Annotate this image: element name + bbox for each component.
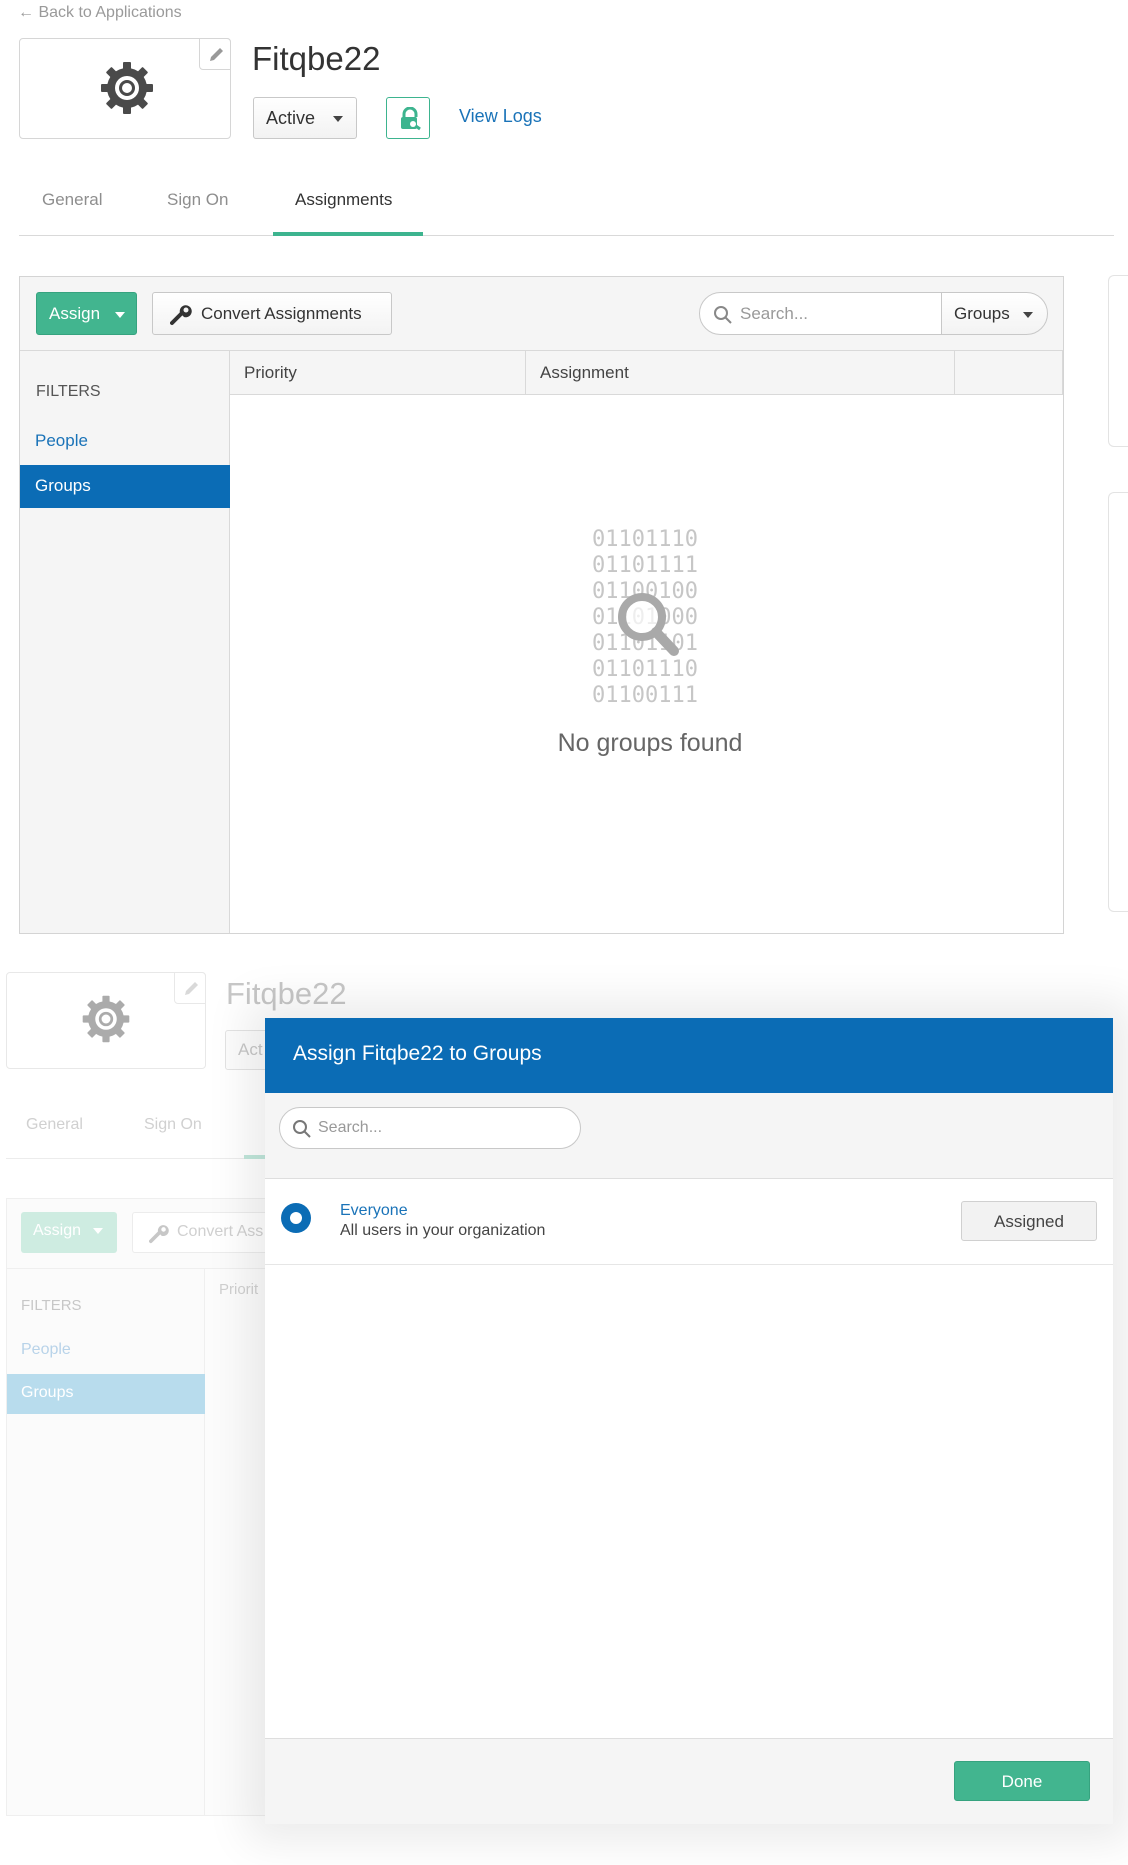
magnifier-icon — [618, 593, 679, 656]
assignments-toolbar: Assign Convert Ass — [7, 1199, 282, 1269]
filter-groups[interactable]: Groups — [20, 465, 230, 508]
assigned-button[interactable]: Assigned — [961, 1201, 1097, 1241]
tab-general[interactable]: General — [42, 190, 102, 210]
tab-assignments[interactable]: Assignments — [295, 190, 392, 210]
assign-button[interactable]: Assign — [36, 292, 137, 335]
wrench-icon — [149, 1225, 169, 1244]
lock-key-icon — [401, 107, 421, 131]
assign-button: Assign — [21, 1212, 117, 1253]
group-description: All users in your organization — [340, 1222, 546, 1239]
empty-state-message: No groups found — [557, 729, 743, 757]
column-header-assignment[interactable]: Assignment — [526, 351, 955, 395]
side-card — [1108, 275, 1128, 447]
push-password-button[interactable] — [386, 97, 430, 139]
search-icon — [714, 306, 732, 324]
column-header-priority: Priorit — [219, 1281, 259, 1298]
back-to-applications-link[interactable]: ← Back to Applications — [18, 4, 182, 22]
gear-icon — [101, 62, 153, 114]
search-input[interactable]: Search... — [699, 292, 942, 335]
convert-assignments-button: Convert Ass — [132, 1212, 282, 1253]
filters-sidebar: FILTERS People Groups — [7, 1269, 205, 1815]
assignments-panel: Assign Convert Ass FILTERS People Groups… — [6, 1198, 282, 1816]
tab-sign-on[interactable]: Sign On — [167, 190, 228, 210]
status-dropdown[interactable]: Active — [253, 97, 357, 139]
group-name: Everyone — [340, 1202, 408, 1219]
search-scope-dropdown[interactable]: Groups — [941, 292, 1048, 335]
chevron-down-icon — [114, 311, 125, 318]
side-card — [1108, 492, 1128, 912]
filter-people[interactable]: People — [20, 420, 230, 463]
assign-label: Assign — [49, 304, 101, 323]
assignments-panel: Assign Convert Assignments Search... Gro… — [19, 276, 1064, 934]
chevron-down-icon — [333, 116, 343, 122]
filters-heading: FILTERS — [21, 1297, 82, 1314]
pencil-icon — [185, 982, 198, 995]
convert-label: Convert Ass — [177, 1223, 264, 1240]
edit-logo-button[interactable] — [199, 38, 231, 70]
search-icon — [293, 1120, 311, 1138]
modal-footer: Done — [265, 1738, 1113, 1824]
assign-label: Assign — [33, 1222, 82, 1239]
app-logo — [6, 972, 206, 1069]
chevron-down-icon — [93, 1227, 104, 1234]
modal-title: Assign Fitqbe22 to Groups — [265, 1018, 1113, 1093]
column-header-actions — [955, 351, 1063, 395]
filters-heading: FILTERS — [36, 383, 101, 400]
filter-groups: Groups — [7, 1374, 205, 1414]
group-radio-icon — [281, 1203, 311, 1233]
tabs-divider — [19, 235, 1114, 236]
done-button[interactable]: Done — [954, 1761, 1090, 1801]
search-scope-label: Groups — [954, 304, 1010, 323]
gear-icon — [82, 995, 130, 1043]
convert-label: Convert Assignments — [201, 304, 362, 323]
filter-people: People — [21, 1341, 71, 1358]
app-logo — [19, 38, 231, 139]
app-title: Fitqbe22 — [252, 40, 381, 77]
app-title: Fitqbe22 — [226, 976, 347, 1011]
wrench-icon — [170, 305, 192, 325]
edit-logo-button — [174, 972, 206, 1004]
modal-search-input[interactable]: Search... — [279, 1107, 581, 1149]
column-header-priority[interactable]: Priority — [230, 351, 526, 395]
assignments-toolbar: Assign Convert Assignments Search... Gro… — [20, 277, 1063, 351]
modal-search-placeholder: Search... — [318, 1119, 383, 1136]
tab-general: General — [26, 1116, 83, 1133]
status-label: Active — [266, 108, 316, 128]
active-tab-indicator — [273, 232, 423, 236]
filters-sidebar: FILTERS People Groups — [20, 351, 230, 933]
assign-groups-modal: Assign Fitqbe22 to Groups Search... Ever… — [265, 1018, 1113, 1824]
list-item: Everyone All users in your organization … — [265, 1179, 1113, 1265]
view-logs-link[interactable]: View Logs — [459, 106, 542, 127]
pencil-icon — [210, 48, 223, 61]
search-placeholder: Search... — [740, 304, 809, 323]
convert-assignments-button[interactable]: Convert Assignments — [152, 292, 392, 335]
chevron-down-icon — [1023, 312, 1033, 318]
tabs-divider — [6, 1158, 276, 1159]
tab-sign-on: Sign On — [144, 1116, 202, 1133]
modal-search-bar: Search... — [265, 1093, 1113, 1179]
